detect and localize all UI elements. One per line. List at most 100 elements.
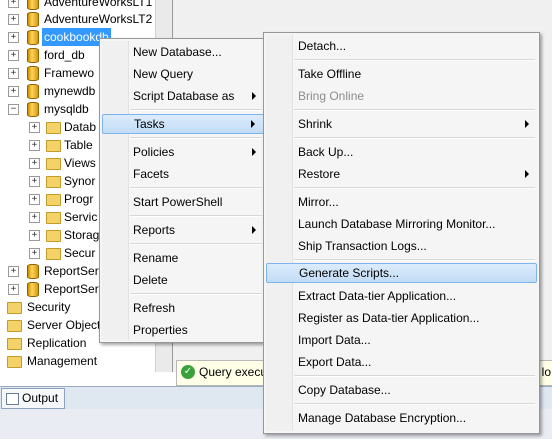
expand-icon[interactable]: + — [29, 230, 40, 241]
tree-node-label: Progr — [64, 192, 94, 206]
expand-icon[interactable]: + — [29, 158, 40, 169]
menu-item-label: Restore — [298, 167, 341, 181]
menu-item-new-query[interactable]: New Query — [102, 64, 264, 84]
menu-separator — [130, 187, 262, 189]
menu-item-rename[interactable]: Rename — [102, 248, 264, 268]
tree-node-label: ford_db — [44, 48, 85, 62]
menu-item-copy-database[interactable]: Copy Database... — [266, 380, 537, 400]
menu-item-new-database[interactable]: New Database... — [102, 42, 264, 62]
menu-separator — [130, 243, 262, 245]
database-icon — [27, 84, 39, 99]
tree-node-label: mynewdb — [44, 84, 96, 98]
tree-node-label: mysqldb — [44, 102, 89, 116]
tree-node-label: Security — [27, 300, 71, 314]
menu-separator — [130, 109, 262, 111]
expand-icon[interactable]: + — [29, 248, 40, 259]
expand-icon[interactable]: + — [8, 32, 19, 43]
folder-icon — [46, 158, 61, 170]
folder-icon — [46, 122, 61, 134]
database-icon — [27, 264, 39, 279]
expand-icon[interactable]: + — [29, 122, 40, 133]
tree-node-label: Storag — [64, 228, 100, 242]
menu-item-policies[interactable]: Policies — [102, 142, 264, 162]
menu-item-label: Rename — [133, 251, 179, 265]
menu-item-register-data-tier[interactable]: Register as Data-tier Application... — [266, 308, 537, 328]
expand-icon[interactable]: + — [29, 176, 40, 187]
menu-item-label: Ship Transaction Logs... — [298, 239, 427, 253]
menu-item-mirror[interactable]: Mirror... — [266, 192, 537, 212]
menu-separator — [130, 293, 262, 295]
menu-item-detach[interactable]: Detach... — [266, 36, 537, 56]
menu-item-import-data[interactable]: Import Data... — [266, 330, 537, 350]
menu-item-ship-transaction-logs[interactable]: Ship Transaction Logs... — [266, 236, 537, 256]
menu-item-delete[interactable]: Delete — [102, 270, 264, 290]
tree-node-label: Synor — [64, 174, 96, 188]
menu-item-label: Policies — [133, 145, 175, 159]
tree-node-label: Server Object — [27, 318, 101, 332]
menu-item-label: Refresh — [133, 301, 176, 315]
tasks-submenu: Detach... Take Offline Bring Online Shri… — [263, 32, 540, 434]
menu-item-export-data[interactable]: Export Data... — [266, 352, 537, 372]
database-icon — [27, 12, 39, 27]
expand-icon[interactable]: + — [8, 86, 19, 97]
menu-separator — [294, 403, 535, 405]
menu-item-label: Take Offline — [298, 67, 362, 81]
menu-item-tasks[interactable]: Tasks — [102, 114, 264, 134]
menu-item-shrink[interactable]: Shrink — [266, 114, 537, 134]
folder-icon — [46, 194, 61, 206]
menu-item-manage-encryption[interactable]: Manage Database Encryption... — [266, 408, 537, 428]
folder-icon — [7, 338, 22, 350]
submenu-arrow-icon — [525, 120, 529, 128]
menu-item-label: Generate Scripts... — [299, 266, 400, 280]
folder-icon — [46, 248, 61, 260]
menu-item-facets[interactable]: Facets — [102, 164, 264, 184]
tree-node-label: Table — [64, 138, 93, 152]
submenu-arrow-icon — [252, 148, 256, 156]
expand-icon[interactable]: + — [29, 194, 40, 205]
menu-item-label: Register as Data-tier Application... — [298, 311, 480, 325]
menu-item-bring-online: Bring Online — [266, 86, 537, 106]
folder-icon — [7, 356, 22, 368]
menu-item-label: Copy Database... — [298, 383, 391, 397]
menu-item-label: Properties — [133, 323, 188, 337]
database-context-menu: New Database... New Query Script Databas… — [99, 38, 267, 343]
menu-item-properties[interactable]: Properties — [102, 320, 264, 340]
expand-icon[interactable]: + — [8, 68, 19, 79]
folder-icon — [46, 212, 61, 224]
menu-item-extract-data-tier[interactable]: Extract Data-tier Application... — [266, 286, 537, 306]
menu-separator — [130, 215, 262, 217]
tree-node-label: Views — [64, 156, 96, 170]
menu-item-back-up[interactable]: Back Up... — [266, 142, 537, 162]
expand-icon[interactable]: + — [29, 212, 40, 223]
folder-icon — [46, 230, 61, 242]
menu-item-restore[interactable]: Restore — [266, 164, 537, 184]
expand-icon[interactable]: + — [8, 284, 19, 295]
tree-node-label: Servic — [64, 210, 98, 224]
tree-node-label: Datab — [64, 120, 97, 134]
menu-item-generate-scripts[interactable]: Generate Scripts... — [266, 263, 537, 283]
menu-item-script-database-as[interactable]: Script Database as — [102, 86, 264, 106]
expand-icon[interactable]: + — [8, 0, 19, 8]
collapse-icon[interactable]: − — [8, 104, 19, 115]
menu-separator — [294, 259, 535, 261]
menu-separator — [294, 137, 535, 139]
menu-item-take-offline[interactable]: Take Offline — [266, 64, 537, 84]
menu-separator — [130, 137, 262, 139]
menu-item-start-powershell[interactable]: Start PowerShell — [102, 192, 264, 212]
menu-item-reports[interactable]: Reports — [102, 220, 264, 240]
menu-item-launch-mirroring-monitor[interactable]: Launch Database Mirroring Monitor... — [266, 214, 537, 234]
tree-node-label: AdventureWorksLT2 — [44, 12, 153, 26]
submenu-arrow-icon — [251, 120, 255, 128]
menu-item-label: Manage Database Encryption... — [298, 411, 467, 425]
expand-icon[interactable]: + — [8, 14, 19, 25]
tree-node-label: ReportSer — [44, 282, 99, 296]
tab-output[interactable]: Output — [1, 388, 66, 409]
expand-icon[interactable]: + — [8, 50, 19, 61]
expand-icon[interactable]: + — [8, 266, 19, 277]
database-icon — [27, 30, 39, 45]
menu-item-label: Bring Online — [298, 89, 365, 103]
database-icon — [27, 282, 39, 297]
expand-icon[interactable]: + — [29, 140, 40, 151]
menu-item-refresh[interactable]: Refresh — [102, 298, 264, 318]
menu-item-label: Script Database as — [133, 89, 235, 103]
